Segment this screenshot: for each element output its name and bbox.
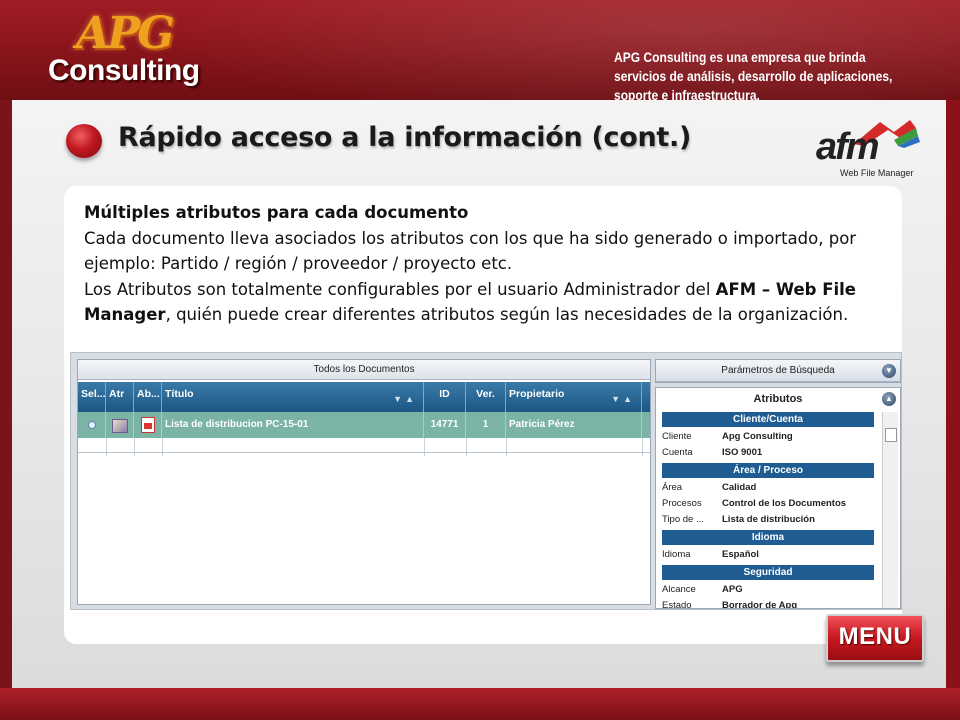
section-seguridad: Seguridad: [662, 565, 874, 580]
footer-bar: [0, 688, 960, 720]
paragraph-2: Los Atributos son totalmente configurabl…: [84, 277, 924, 328]
attributes-title: Atributos: [753, 393, 803, 405]
attr-row: Área Calidad: [662, 480, 900, 496]
column-divider: [642, 438, 643, 456]
attr-value: Borrador de Apg: [722, 600, 798, 609]
attr-value: Español: [722, 549, 759, 560]
attr-value: ISO 9001: [722, 447, 763, 458]
col-propietario-label: Propietario: [509, 388, 565, 400]
row-id: 14771: [424, 412, 466, 438]
row-open-cell[interactable]: [134, 412, 162, 438]
attr-key: Idioma: [662, 549, 691, 560]
attr-key: Estado: [662, 600, 692, 609]
scroll-up-icon[interactable]: ▲: [882, 392, 896, 406]
scrollbar-thumb[interactable]: [885, 428, 897, 442]
menu-button[interactable]: MENU: [826, 614, 924, 662]
paragraph-1: Cada documento lleva asociados los atrib…: [84, 228, 857, 274]
section-cliente-cuenta: Cliente/Cuenta: [662, 412, 874, 427]
col-ver[interactable]: Ver.: [466, 382, 506, 412]
attributes-header: Atributos ▲: [656, 388, 900, 410]
app-screenshot: Todos los Documentos Sel... Atr Ab... Tí…: [70, 352, 902, 610]
column-divider: [134, 438, 135, 456]
col-extra: [642, 382, 650, 412]
documents-grid-panel: Todos los Documentos Sel... Atr Ab... Tí…: [77, 359, 651, 605]
search-params-header[interactable]: Parámetros de Búsqueda ▼: [656, 360, 900, 382]
col-titulo-label: Título: [165, 388, 194, 400]
red-bullet-icon: [66, 124, 102, 158]
col-id[interactable]: ID: [424, 382, 466, 412]
attr-row: Cuenta ISO 9001: [662, 445, 900, 461]
paragraph-2-start: Los Atributos son totalmente configurabl…: [84, 279, 716, 299]
row-attr-cell[interactable]: [106, 412, 134, 438]
row-radio[interactable]: [87, 421, 96, 429]
attr-value: Apg Consulting: [722, 431, 793, 442]
section-idioma: Idioma: [662, 530, 874, 545]
attr-key: Área: [662, 482, 683, 493]
section-area-proceso: Área / Proceso: [662, 463, 874, 478]
right-border: [946, 100, 960, 688]
attr-row: Idioma Español: [662, 547, 900, 563]
attr-key: Cuenta: [662, 447, 693, 458]
section-heading: Múltiples atributos para cada documento: [84, 203, 469, 222]
collapse-icon[interactable]: ▼: [882, 364, 896, 378]
logo-consulting-text: Consulting: [48, 54, 200, 87]
search-params-title: Parámetros de Búsqueda: [721, 365, 835, 376]
attr-key: Alcance: [662, 584, 696, 595]
search-side-panel: Parámetros de Búsqueda ▼ Atributos ▲ Clien…: [655, 355, 901, 609]
col-ab[interactable]: Ab...: [134, 382, 162, 412]
pdf-icon[interactable]: [140, 417, 155, 433]
attr-row: Procesos Control de los Documentos: [662, 496, 900, 512]
column-divider: [466, 438, 467, 456]
attributes-box: Atributos ▲ Cliente/Cuenta Cliente Apg Con…: [655, 387, 901, 609]
row-ver: 1: [466, 412, 506, 438]
attr-value: Lista de distribución: [722, 514, 815, 525]
attr-row: Tipo de ... Lista de distribución: [662, 512, 900, 528]
row-select-cell[interactable]: [78, 412, 106, 438]
column-divider: [106, 438, 107, 456]
sort-arrows-icon[interactable]: ▼▲: [393, 394, 417, 404]
attr-value: Calidad: [722, 482, 757, 493]
paragraph-2-end: , quién puede crear diferentes atributos…: [165, 305, 849, 324]
table-row[interactable]: Lista de distribucion PC-15-01 14771 1 P…: [78, 412, 650, 438]
row-owner: Patricia Pérez: [506, 412, 642, 438]
grid-title: Todos los Documentos: [78, 360, 650, 380]
afm-logo-text: afm: [816, 126, 880, 168]
logo-apg-text: APG: [76, 8, 175, 59]
attr-row: Alcance APG: [662, 582, 900, 598]
col-propietario[interactable]: Propietario ▼▲: [506, 382, 642, 412]
grid-header: Sel... Atr Ab... Título ▼▲ ID Ver. Propie…: [78, 382, 650, 412]
col-sel[interactable]: Sel...: [78, 382, 106, 412]
row-title[interactable]: Lista de distribucion PC-15-01: [162, 412, 424, 438]
afm-logo: afm Web File Manager: [810, 112, 928, 184]
attr-row: Estado Borrador de Apg: [662, 598, 900, 609]
slide-body: Múltiples atributos para cada documento …: [84, 200, 924, 328]
slide-title: Rápido acceso a la información (cont.): [118, 122, 692, 153]
attributes-scrollbar[interactable]: [882, 412, 898, 608]
column-divider: [506, 438, 507, 456]
company-tagline: APG Consulting es una empresa que brinda…: [614, 49, 893, 100]
attr-value: Control de los Documentos: [722, 498, 847, 509]
attributes-icon[interactable]: [111, 419, 128, 433]
grid-bottom-line: [78, 452, 650, 453]
header-banner: APG Consulting APG Consulting es una emp…: [0, 0, 960, 100]
attr-key: Cliente: [662, 431, 692, 442]
attr-key: Procesos: [662, 498, 702, 509]
attr-row: Cliente Apg Consulting: [662, 429, 900, 445]
attr-key: Tipo de ...: [662, 514, 704, 525]
col-atr[interactable]: Atr: [106, 382, 134, 412]
col-titulo[interactable]: Título ▼▲: [162, 382, 424, 412]
sort-arrows-icon[interactable]: ▼▲: [611, 394, 635, 404]
search-params-box: Parámetros de Búsqueda ▼: [655, 359, 901, 383]
column-divider: [424, 438, 425, 456]
apg-consulting-logo: APG Consulting: [44, 8, 214, 94]
afm-logo-subtitle: Web File Manager: [840, 168, 914, 178]
column-divider: [162, 438, 163, 456]
attr-value: APG: [722, 584, 743, 595]
